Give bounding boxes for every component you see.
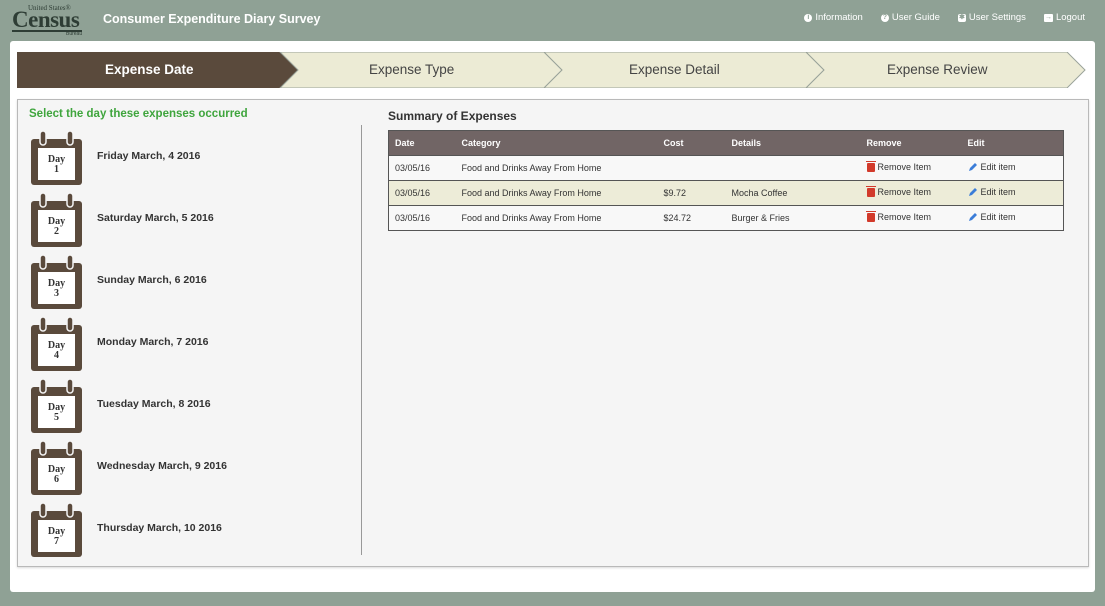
trash-icon [865,185,876,197]
cell-cost: $9.72 [657,180,726,206]
nav-information-label: Information [815,12,863,23]
day-item-1[interactable]: Day 1 Friday March, 4 2016 [29,129,349,187]
step-expense-detail[interactable]: Expense Detail [629,62,720,77]
cell-date: 03/05/16 [388,155,456,181]
cell-details: Burger & Fries [725,205,861,231]
day-date-label: Saturday March, 5 2016 [97,212,214,224]
vertical-divider [361,125,362,555]
nav-logout[interactable]: → Logout [1043,12,1085,23]
day-item-3[interactable]: Day 3 Sunday March, 6 2016 [29,253,349,311]
day-date-label: Sunday March, 6 2016 [97,274,207,286]
calendar-label: Day 3 [47,278,66,299]
expense-table: Date Category Cost Details Remove Edit 0… [388,130,1064,231]
edit-item-button[interactable]: Edit item [968,212,1016,222]
calendar-label: Day 6 [47,464,66,485]
table-header-row: Date Category Cost Details Remove Edit [388,130,1064,156]
day-item-5[interactable]: Day 5 Tuesday March, 8 2016 [29,377,349,435]
pencil-icon [968,163,977,171]
census-logo[interactable]: United States® Census Bureau [10,4,88,37]
day-item-2[interactable]: Day 2 Saturday March, 5 2016 [29,191,349,249]
calendar-label: Day 4 [47,340,66,361]
cell-date: 03/05/16 [388,180,456,206]
logo-main-text: Census [12,7,80,32]
step-expense-review[interactable]: Expense Review [887,62,988,77]
day-date-label: Thursday March, 10 2016 [97,522,222,534]
table-row: 03/05/16 Food and Drinks Away From Home … [388,205,1064,231]
calendar-label: Day 5 [47,402,66,423]
cell-category: Food and Drinks Away From Home [455,180,658,206]
pencil-icon [968,213,977,221]
nav-information[interactable]: i Information [804,12,863,23]
cell-date: 03/05/16 [388,205,456,231]
nav-user-guide-label: User Guide [891,12,940,23]
remove-item-button[interactable]: Remove Item [865,210,931,222]
nav-user-settings-label: User Settings [968,12,1026,23]
calendar-label: Day 1 [47,154,66,175]
day-date-label: Monday March, 7 2016 [97,336,209,348]
cell-category: Food and Drinks Away From Home [455,155,658,181]
trash-icon [865,160,876,172]
day-select-title: Select the day these expenses occurred [29,108,248,120]
main-panel: Expense Date Expense Type Expense Detail… [10,41,1095,592]
step-expense-type[interactable]: Expense Type [369,62,454,77]
app-title: Consumer Expenditure Diary Survey [103,12,321,26]
logout-icon: → [1043,13,1053,22]
edit-item-button[interactable]: Edit item [968,187,1016,197]
nav-user-settings[interactable]: ✱ User Settings [957,12,1026,23]
day-item-7[interactable]: Day 7 Thursday March, 10 2016 [29,501,349,559]
calendar-label: Day 2 [47,216,66,237]
cell-cost: $24.72 [657,205,726,231]
day-item-6[interactable]: Day 6 Wednesday March, 9 2016 [29,439,349,497]
cell-details: Mocha Coffee [725,180,861,206]
summary-title: Summary of Expenses [388,109,517,123]
top-nav: i Information ? User Guide ✱ User Settin… [804,12,1085,23]
remove-item-button[interactable]: Remove Item [865,185,931,197]
question-circle-icon: ? [880,13,889,22]
table-row: 03/05/16 Food and Drinks Away From Home … [388,180,1064,206]
day-item-4[interactable]: Day 4 Monday March, 7 2016 [29,315,349,373]
col-details: Details [725,130,861,156]
edit-item-button[interactable]: Edit item [968,162,1016,172]
cell-category: Food and Drinks Away From Home [455,205,658,231]
logo-bottom-text: Bureau [66,31,83,37]
nav-logout-label: Logout [1055,12,1085,23]
day-date-label: Tuesday March, 8 2016 [97,398,211,410]
step-expense-date[interactable]: Expense Date [105,62,194,77]
calendar-label: Day 7 [47,526,66,547]
progress-stepper: Expense Date Expense Type Expense Detail… [17,52,1087,88]
col-category: Category [455,130,658,156]
cell-details [725,155,861,181]
pencil-icon [968,188,977,196]
trash-icon [865,210,876,222]
day-date-label: Wednesday March, 9 2016 [97,460,227,472]
content-box: Select the day these expenses occurred D… [17,99,1089,567]
info-circle-icon: i [804,13,813,22]
gear-icon: ✱ [957,13,966,22]
nav-user-guide[interactable]: ? User Guide [880,12,940,23]
col-remove: Remove [860,130,962,156]
remove-item-button[interactable]: Remove Item [865,160,931,172]
day-date-label: Friday March, 4 2016 [97,150,201,162]
table-row: 03/05/16 Food and Drinks Away From Home … [388,155,1064,181]
cell-cost [657,155,726,181]
col-edit: Edit [961,130,1064,156]
col-date: Date [388,130,456,156]
app-header: United States® Census Bureau Consumer Ex… [0,0,1105,38]
col-cost: Cost [657,130,726,156]
